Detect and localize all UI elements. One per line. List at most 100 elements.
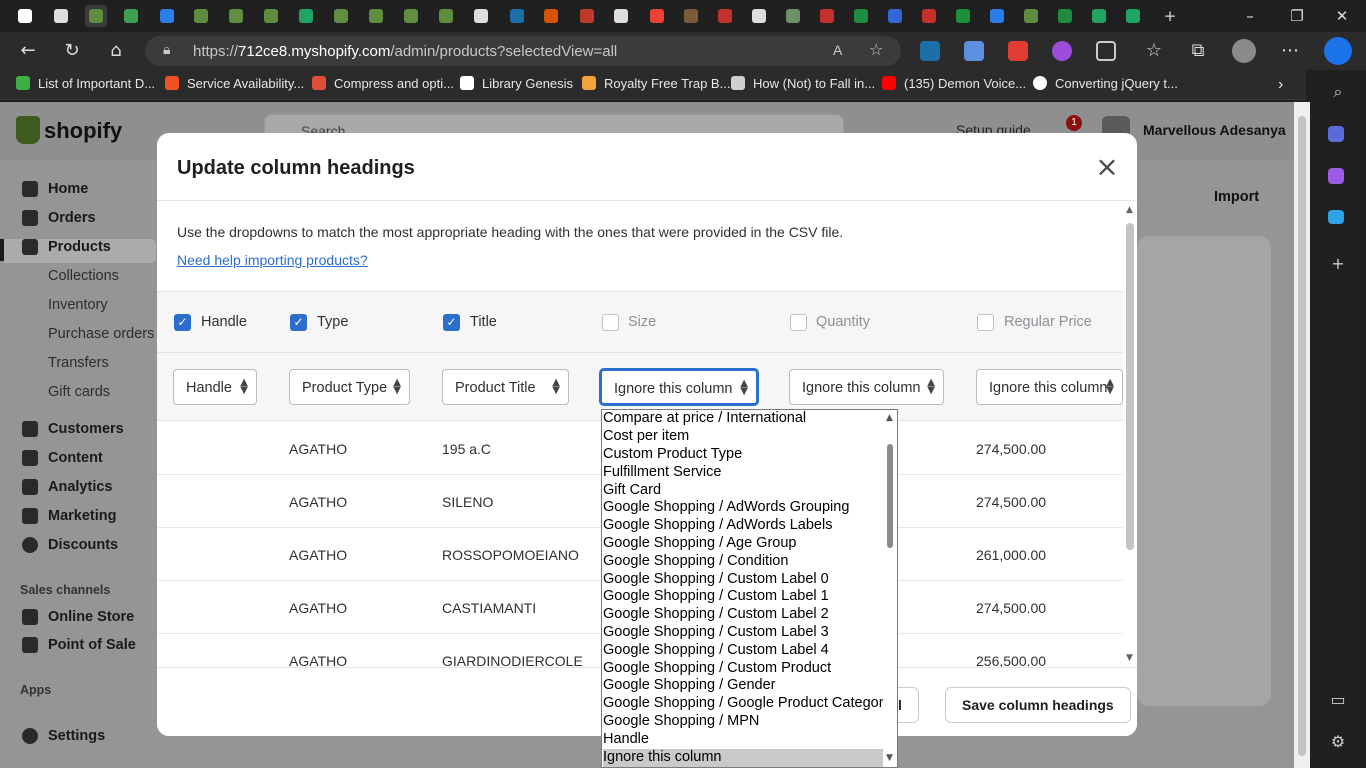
address-bar[interactable]: 🔒︎ https://712ce8.myshopify.com/admin/pr… — [145, 36, 901, 66]
listbox-scrollbar[interactable]: ▲ ▼ — [883, 410, 897, 767]
add-icon[interactable]: + — [1328, 254, 1348, 274]
option[interactable]: Cost per item — [603, 428, 883, 446]
sidebar-item-orders[interactable]: Orders — [48, 210, 96, 226]
browser-tab-favicon-icon[interactable] — [295, 5, 317, 27]
bookmark[interactable]: Royalty Free Trap B... — [582, 76, 730, 91]
browser-tab-favicon-icon[interactable] — [260, 5, 282, 27]
option[interactable]: Handle — [603, 731, 883, 749]
save-column-headings-button[interactable]: Save column headings — [945, 687, 1131, 723]
option[interactable]: Google Shopping / Condition — [603, 553, 883, 571]
scroll-up-icon[interactable]: ▲ — [1126, 205, 1133, 215]
browser-tab-favicon-icon[interactable] — [952, 5, 974, 27]
extension-icon[interactable] — [1052, 41, 1072, 61]
browser-tab-favicon-icon[interactable] — [1122, 5, 1144, 27]
select-handle-mapping[interactable]: Handle ▲ ▼ — [173, 369, 257, 405]
browser-tab-favicon-icon[interactable] — [1088, 5, 1110, 27]
sidebar-item-discounts[interactable]: Discounts — [48, 537, 118, 553]
option-highlighted[interactable]: Ignore this column — [603, 749, 883, 767]
checkbox-handle[interactable]: ✓ — [174, 314, 191, 331]
browser-tab-favicon-icon[interactable] — [365, 5, 387, 27]
browser-tab-favicon-icon[interactable] — [610, 5, 632, 27]
reload-icon[interactable]: ↻ — [60, 39, 84, 63]
mapping-options-listbox[interactable]: Compare at price / International Cost pe… — [601, 409, 898, 768]
browser-tab-favicon-icon[interactable] — [120, 5, 142, 27]
browser-tab-favicon-icon[interactable] — [1020, 5, 1042, 27]
bookmarks-overflow-chevron-icon[interactable]: › — [1278, 76, 1283, 94]
sidebar-item-point-of-sale[interactable]: Point of Sale — [48, 637, 136, 653]
sidebar-item-inventory[interactable]: Inventory — [48, 297, 108, 313]
browser-tab-favicon-icon[interactable] — [680, 5, 702, 27]
new-tab-icon[interactable]: + — [1158, 4, 1182, 28]
sidebar-item-transfers[interactable]: Transfers — [48, 355, 109, 371]
bookmark[interactable]: (135) Demon Voice... — [882, 76, 1026, 91]
select-regular-price-mapping[interactable]: Ignore this column ▲ ▼ — [976, 369, 1123, 405]
browser-tab-favicon-icon[interactable] — [1054, 5, 1076, 27]
listbox-scrollbar-thumb[interactable] — [887, 444, 893, 548]
browser-tab-favicon-icon[interactable] — [400, 5, 422, 27]
favorite-add-icon[interactable]: ☆ — [869, 40, 883, 59]
bookmark[interactable]: List of Important D... — [16, 76, 155, 91]
browser-tab-favicon-icon[interactable] — [50, 5, 72, 27]
browser-tab-favicon-icon[interactable] — [576, 5, 598, 27]
select-type-mapping[interactable]: Product Type ▲ ▼ — [289, 369, 410, 405]
bookmark[interactable]: Service Availability... — [165, 76, 304, 91]
option[interactable]: Google Shopping / Age Group — [603, 535, 883, 553]
import-button[interactable]: Import — [1214, 189, 1259, 205]
option[interactable]: Google Shopping / Google Product Categor… — [603, 695, 891, 713]
extensions-puzzle-icon[interactable] — [1096, 41, 1116, 61]
tools-icon[interactable] — [1328, 168, 1344, 184]
select-size-mapping[interactable]: Ignore this column ▲ ▼ — [600, 369, 758, 405]
option[interactable]: Google Shopping / AdWords Labels — [603, 517, 883, 535]
browser-tab-favicon-icon[interactable] — [748, 5, 770, 27]
option[interactable]: Google Shopping / Custom Label 1 — [603, 588, 883, 606]
browser-tab-favicon-icon[interactable] — [816, 5, 838, 27]
sidebar-item-collections[interactable]: Collections — [48, 268, 119, 284]
browser-tab-favicon-icon[interactable] — [850, 5, 872, 27]
close-icon[interactable]: × — [1095, 153, 1119, 181]
sidebar-item-products[interactable]: Products — [48, 239, 111, 255]
sidebar-item-analytics[interactable]: Analytics — [48, 479, 112, 495]
checkbox-title[interactable]: ✓ — [443, 314, 460, 331]
bookmark[interactable]: Library Genesis — [460, 76, 573, 91]
sidebar-item-content[interactable]: Content — [48, 450, 103, 466]
browser-tab-favicon-icon[interactable] — [435, 5, 457, 27]
sidebar-toggle-icon[interactable]: ▭ — [1328, 690, 1348, 710]
shopify-logo[interactable]: shopify — [44, 118, 122, 144]
browser-tab-favicon-icon[interactable] — [918, 5, 940, 27]
option[interactable]: Google Shopping / Gender — [603, 677, 883, 695]
favorites-icon[interactable]: ☆ — [1142, 39, 1166, 63]
sidebar-item-home[interactable]: Home — [48, 181, 88, 197]
profile-avatar[interactable] — [1232, 39, 1256, 63]
more-menu-icon[interactable]: ⋯ — [1278, 39, 1302, 63]
sidebar-item-purchase-orders[interactable]: Purchase orders — [48, 326, 154, 342]
option[interactable]: Google Shopping / Custom Label 0 — [603, 571, 883, 589]
option[interactable]: Custom Product Type — [603, 446, 883, 464]
sidebar-item-settings[interactable]: Settings — [48, 728, 105, 744]
option[interactable]: Gift Card — [603, 482, 883, 500]
option[interactable]: Google Shopping / AdWords Grouping — [603, 499, 883, 517]
sidebar-item-marketing[interactable]: Marketing — [48, 508, 117, 524]
option[interactable]: Google Shopping / Custom Label 3 — [603, 624, 883, 642]
browser-tab-favicon-icon[interactable] — [986, 5, 1008, 27]
browser-tab-favicon-icon[interactable] — [14, 5, 36, 27]
browser-tab-favicon-icon[interactable] — [884, 5, 906, 27]
browser-tab-favicon-icon[interactable] — [540, 5, 562, 27]
extension-icon[interactable] — [920, 41, 940, 61]
home-icon[interactable]: ⌂ — [104, 39, 128, 63]
option[interactable]: Google Shopping / Custom Label 2 — [603, 606, 883, 624]
option[interactable]: Compare at price / International — [603, 410, 883, 428]
scroll-up-icon[interactable]: ▲ — [886, 413, 893, 423]
browser-tab-favicon-icon[interactable] — [190, 5, 212, 27]
search-icon[interactable]: ⌕ — [1328, 82, 1348, 102]
restore-icon[interactable]: ❐ — [1285, 4, 1309, 28]
user-name[interactable]: Marvellous Adesanya — [1143, 122, 1286, 138]
browser-tab-favicon-icon[interactable] — [782, 5, 804, 27]
option[interactable]: Google Shopping / Custom Product — [603, 660, 883, 678]
shopping-tag-icon[interactable] — [1328, 126, 1344, 142]
option[interactable]: Fulfillment Service — [603, 464, 883, 482]
page-scrollbar-thumb[interactable] — [1298, 116, 1306, 756]
bookmark[interactable]: How (Not) to Fall in... — [731, 76, 875, 91]
sidebar-item-customers[interactable]: Customers — [48, 421, 124, 437]
browser-tab-favicon-icon[interactable] — [506, 5, 528, 27]
help-link[interactable]: Need help importing products? — [177, 252, 368, 268]
